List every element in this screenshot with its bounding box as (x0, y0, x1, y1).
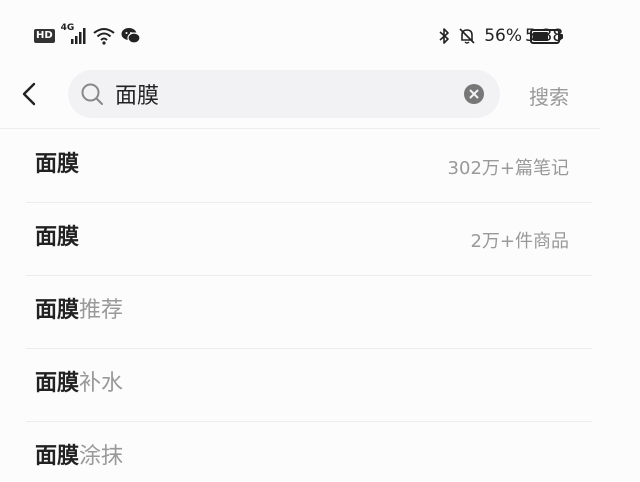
suggestion-text: 面膜推荐 (35, 296, 123, 326)
suggestion-keyword: 面膜 (35, 371, 80, 396)
chevron-left-icon (22, 82, 36, 106)
suggestion-count: 302万+篇笔记 (447, 158, 569, 179)
wifi-icon (93, 28, 115, 45)
suggestion-text: 面膜补水 (35, 369, 123, 399)
battery-percent: 56% (484, 26, 522, 46)
search-field[interactable] (68, 70, 500, 118)
suggestion-keyword: 面膜 (35, 152, 80, 177)
suggestion-count: 2万+件商品 (470, 231, 569, 252)
suggestion-list: 面膜 302万+篇笔记 面膜 2万+件商品 面膜推荐 面膜补水 面膜涂抹 (0, 130, 600, 482)
suggestion-item[interactable]: 面膜 2万+件商品 (26, 203, 592, 276)
suggestion-item[interactable]: 面膜涂抹 (26, 422, 592, 482)
cell-signal-icon: 4G (61, 23, 87, 45)
back-button[interactable] (16, 78, 44, 110)
suggestion-suffix: 推荐 (79, 298, 124, 323)
suggestion-keyword: 面膜 (35, 298, 80, 323)
suggestion-suffix: 涂抹 (79, 444, 124, 469)
status-bar: HD 4G 56% 5:38 (0, 0, 640, 72)
suggestion-text: 面膜 (35, 150, 79, 180)
search-bar: 搜索 (0, 68, 600, 122)
suggestion-item[interactable]: 面膜补水 (26, 349, 592, 422)
status-left: HD 4G (34, 23, 141, 45)
suggestion-text: 面膜 (35, 223, 79, 253)
suggestion-suffix: 补水 (79, 371, 124, 396)
clock: 5:38 (525, 26, 564, 46)
suggestion-item[interactable]: 面膜推荐 (26, 276, 592, 349)
suggestion-item[interactable]: 面膜 302万+篇笔记 (26, 130, 592, 203)
search-input[interactable] (115, 70, 455, 118)
wechat-icon (121, 28, 141, 44)
suggestion-keyword: 面膜 (35, 444, 80, 469)
mute-bell-icon (459, 28, 475, 44)
divider (0, 128, 600, 129)
hd-icon: HD (34, 29, 55, 43)
clear-icon[interactable] (464, 84, 484, 104)
suggestion-keyword: 面膜 (35, 225, 80, 250)
bluetooth-icon (439, 28, 450, 44)
search-button[interactable]: 搜索 (529, 81, 569, 110)
search-icon (81, 83, 103, 105)
suggestion-text: 面膜涂抹 (35, 442, 123, 472)
